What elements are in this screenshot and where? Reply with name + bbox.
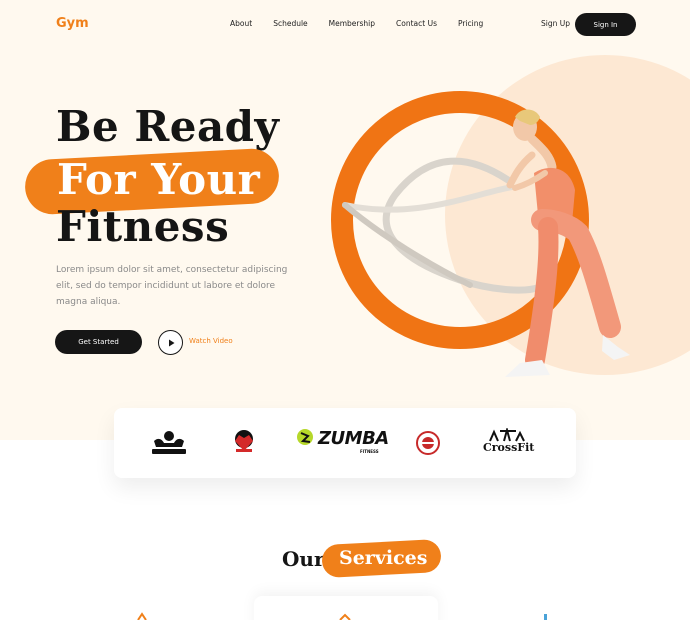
nav-membership[interactable]: Membership [329,19,375,28]
hero-illustration [331,55,690,377]
hero-description: Lorem ipsum dolor sit amet, consectetur … [56,265,288,307]
zumba-logo-subtitle: FITNESS [360,449,379,454]
sign-in-button[interactable]: Sign In [575,13,636,36]
top-navigation: Gym About Schedule Membership Contact Us… [0,0,690,50]
get-started-button[interactable]: Get Started [55,330,142,354]
zumba-logo: ZUMBA [318,428,389,449]
nav-schedule[interactable]: Schedule [273,19,307,28]
crossfit-figures-icon [489,428,525,442]
brand-logo[interactable]: Gym [56,16,89,31]
service-icon-right [544,614,547,620]
nav-menu: About Schedule Membership Contact Us Pri… [230,19,504,28]
nav-about[interactable]: About [230,19,252,28]
zumba-figure-icon [297,429,313,445]
play-icon [168,339,174,346]
sign-up-link[interactable]: Sign Up [541,19,570,28]
nav-pricing[interactable]: Pricing [458,19,483,28]
watch-video-link[interactable]: Watch Video [189,337,233,345]
services-title-our: Our [282,547,325,571]
hero-heading-line-2: For Your [57,155,261,204]
service-icon-left [137,612,147,620]
bodybuilding-logo-icon [152,431,186,454]
hero-heading-line-3: Fitness [56,202,230,251]
red-mascot-logo-icon [235,430,253,452]
crossfit-logo: CrossFit [483,441,535,454]
services-title-services: Services [339,547,428,569]
nav-contact-us[interactable]: Contact Us [396,19,437,28]
hero-heading-line-1: Be Ready [56,102,280,151]
play-video-button[interactable] [158,330,183,355]
service-icon-center [339,613,351,620]
fitness-badge-logo-icon [416,431,440,455]
